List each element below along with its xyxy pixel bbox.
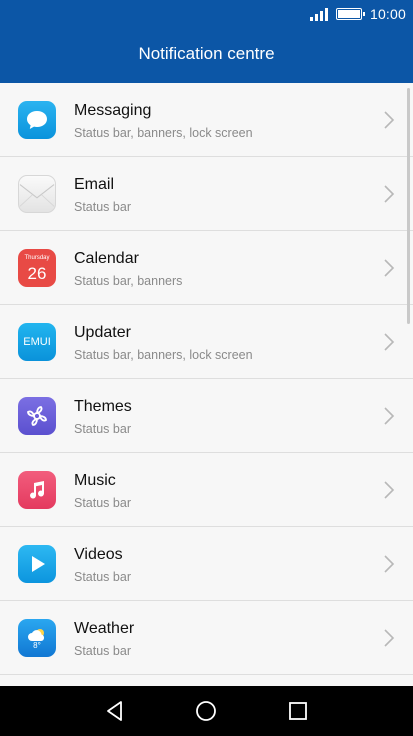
calendar-icon: Thursday 26 xyxy=(18,249,56,287)
list-item-weather[interactable]: 8° Weather Status bar xyxy=(0,601,413,675)
app-notification-detail: Status bar xyxy=(74,200,131,214)
app-name: Music xyxy=(74,472,116,489)
weather-icon-temperature: 8° xyxy=(33,640,41,650)
list-item-messaging[interactable]: Messaging Status bar, banners, lock scre… xyxy=(0,83,413,157)
list-item-updater[interactable]: EMUI Updater Status bar, banners, lock s… xyxy=(0,305,413,379)
calendar-icon-day-number: 26 xyxy=(27,263,47,283)
chevron-right-icon xyxy=(384,111,395,129)
app-notification-detail: Status bar xyxy=(74,422,131,436)
messaging-icon xyxy=(18,101,56,139)
battery-icon xyxy=(335,8,365,20)
app-notification-detail: Status bar xyxy=(74,570,131,584)
header: 10:00 Notification centre xyxy=(0,0,413,83)
status-bar: 10:00 xyxy=(0,0,413,28)
page-title: Notification centre xyxy=(138,44,275,63)
chevron-right-icon xyxy=(384,185,395,203)
music-icon xyxy=(18,471,56,509)
themes-icon xyxy=(18,397,56,435)
app-name: Weather xyxy=(74,620,135,637)
app-list: Messaging Status bar, banners, lock scre… xyxy=(0,83,413,675)
list-item-music[interactable]: Music Status bar xyxy=(0,453,413,527)
updater-icon-label: EMUI xyxy=(23,336,51,348)
clock: 10:00 xyxy=(369,6,406,22)
app-notification-detail: Status bar, banners, lock screen xyxy=(74,348,253,362)
notification-centre-screen: 10:00 Notification centre Messaging Stat… xyxy=(0,0,413,736)
recent-apps-icon[interactable] xyxy=(286,699,310,723)
list-item-videos[interactable]: Videos Status bar xyxy=(0,527,413,601)
calendar-icon-day-name: Thursday xyxy=(24,254,50,261)
signal-icon xyxy=(309,7,328,21)
app-notification-detail: Status bar, banners xyxy=(74,274,183,288)
app-name: Themes xyxy=(74,398,132,415)
app-name: Videos xyxy=(74,546,123,563)
app-notification-detail: Status bar xyxy=(74,644,131,658)
app-name: Updater xyxy=(74,324,131,341)
app-name: Messaging xyxy=(74,102,152,119)
videos-icon xyxy=(18,545,56,583)
chevron-right-icon xyxy=(384,629,395,647)
updater-icon: EMUI xyxy=(18,323,56,361)
chevron-right-icon xyxy=(384,333,395,351)
email-icon xyxy=(18,175,56,213)
navigation-bar xyxy=(0,686,413,736)
list-item-email[interactable]: Email Status bar xyxy=(0,157,413,231)
list-item-calendar[interactable]: Thursday 26 Calendar Status bar, banners xyxy=(0,231,413,305)
weather-icon: 8° xyxy=(18,619,56,657)
home-icon[interactable] xyxy=(194,699,218,723)
scrollbar[interactable] xyxy=(407,88,410,324)
back-icon[interactable] xyxy=(103,699,127,723)
app-notification-detail: Status bar xyxy=(74,496,131,510)
list-item-themes[interactable]: Themes Status bar xyxy=(0,379,413,453)
app-name: Calendar xyxy=(74,250,139,267)
app-notification-detail: Status bar, banners, lock screen xyxy=(74,126,253,140)
status-indicators: 10:00 xyxy=(309,6,406,22)
app-name: Email xyxy=(74,176,115,193)
chevron-right-icon xyxy=(384,407,395,425)
chevron-right-icon xyxy=(384,259,395,277)
chevron-right-icon xyxy=(384,481,395,499)
chevron-right-icon xyxy=(384,555,395,573)
